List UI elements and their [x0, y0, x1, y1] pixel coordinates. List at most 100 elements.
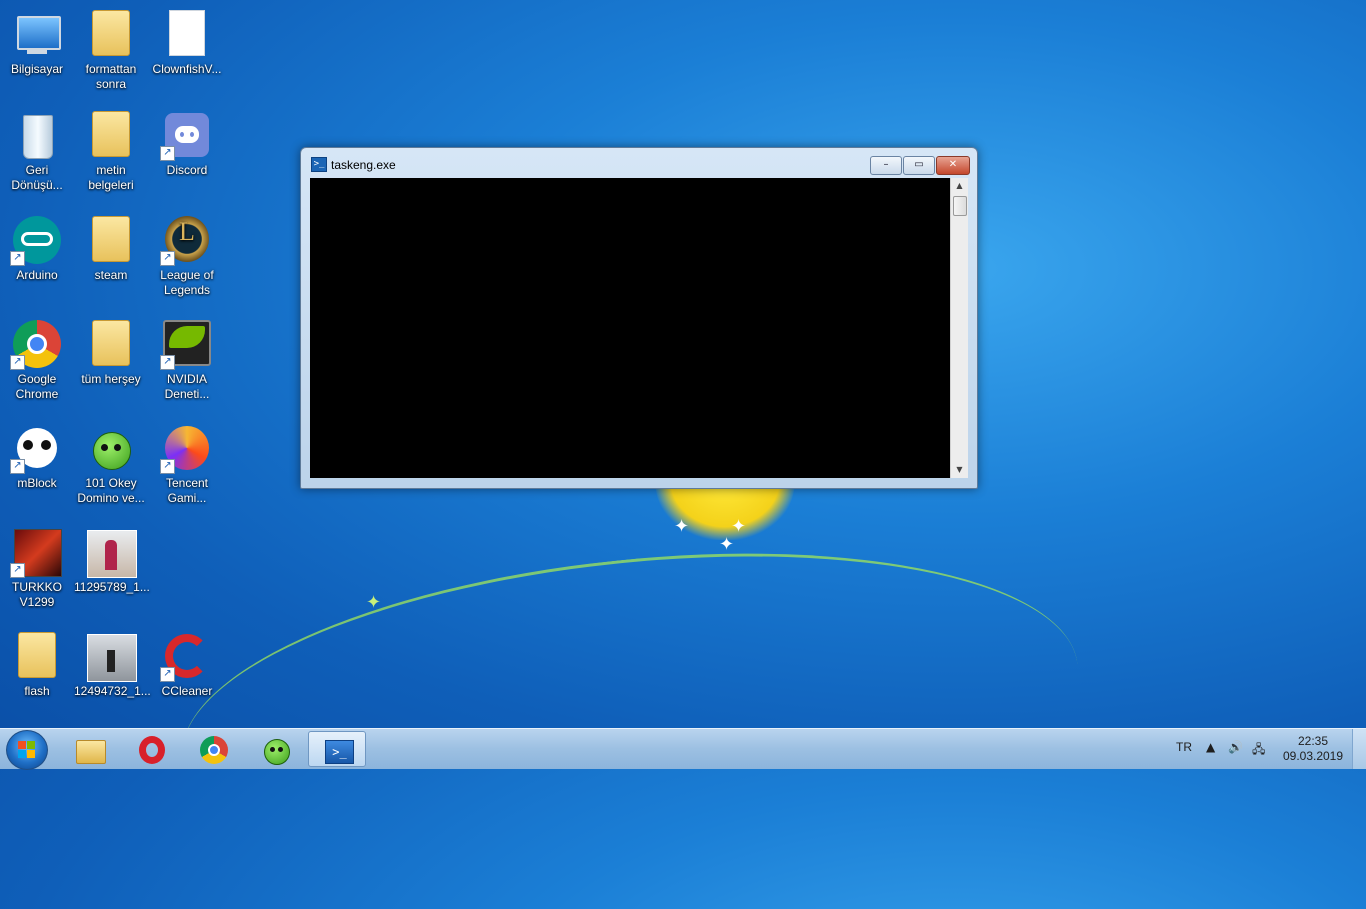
desktop-icon-label: Tencent Gami... — [165, 476, 209, 505]
shortcut-arrow-icon: ↗ — [160, 459, 175, 474]
language-indicator[interactable]: TR — [1176, 740, 1192, 754]
desktop-icon-label: metin belgeleri — [88, 163, 134, 192]
network-icon[interactable]: 🖧 — [1252, 740, 1265, 761]
league-of-legends-icon: L ↗ — [160, 216, 211, 266]
photo-icon — [87, 528, 137, 578]
folder-icon — [87, 10, 135, 58]
wallpaper-spark: ✦ — [674, 516, 690, 537]
shortcut-arrow-icon: ↗ — [160, 667, 175, 682]
show-desktop-button[interactable] — [1352, 729, 1366, 769]
desktop-icon-ccleaner[interactable]: ↗ CCleaner — [150, 632, 224, 699]
computer-icon — [13, 10, 61, 58]
desktop-icon-formattan-sonra[interactable]: formattan sonra — [74, 10, 148, 92]
desktop-icon-label: 12494732_1... — [74, 684, 151, 698]
show-hidden-icons-icon[interactable]: ▲ — [1206, 740, 1215, 754]
desktop-icon-geri-donusum[interactable]: Geri Dönüşü... — [0, 111, 74, 193]
desktop-icon-label: tüm herşey — [81, 372, 141, 386]
shortcut-arrow-icon: ↗ — [160, 355, 175, 370]
desktop-icon-nvidia[interactable]: ↗ NVIDIA Deneti... — [150, 320, 224, 402]
tencent-icon: ↗ — [160, 424, 211, 474]
desktop-icon-google-chrome[interactable]: ↗ Google Chrome — [0, 320, 74, 402]
scroll-thumb[interactable] — [953, 196, 967, 216]
desktop-icon-label: Bilgisayar — [10, 62, 64, 76]
scroll-down-button[interactable]: ▼ — [951, 462, 968, 478]
shortcut-arrow-icon: ↗ — [10, 251, 25, 266]
taskbar-okey-button[interactable] — [246, 731, 304, 767]
desktop-icon-label: Arduino — [16, 268, 58, 282]
desktop-icon-photo-11295789[interactable]: 11295789_1... — [74, 528, 150, 595]
desktop-icon-label: Geri Dönüşü... — [11, 163, 63, 192]
scroll-up-button[interactable]: ▲ — [951, 178, 968, 194]
folder-icon — [87, 320, 135, 368]
close-button[interactable]: ✕ — [936, 156, 970, 175]
folder-icon — [13, 632, 61, 680]
taskbar-explorer-button[interactable] — [60, 731, 118, 767]
photo-icon — [87, 632, 137, 682]
clock-time: 22:35 — [1297, 734, 1329, 748]
powershell-icon: >_ — [325, 737, 354, 764]
taskbar-opera-button[interactable] — [122, 731, 180, 767]
taskbar: >_ TR ▲ 🔊 🖧 22:35 09.03.2019 — [0, 728, 1366, 770]
desktop-icon-photo-12494732[interactable]: 12494732_1... — [74, 632, 151, 699]
desktop-icon-clownfish[interactable]: ClownfishV... — [150, 10, 224, 77]
wallpaper-swoosh — [166, 513, 1094, 909]
desktop-icon-tum-hersey[interactable]: tüm herşey — [74, 320, 148, 387]
shortcut-arrow-icon: ↗ — [160, 146, 175, 161]
console-window[interactable]: >_ taskeng.exe – ▭ ✕ ▲ ▼ — [300, 147, 978, 489]
desktop-icon-bilgisayar[interactable]: Bilgisayar — [0, 10, 74, 77]
game-icon: ↗ — [10, 528, 62, 578]
desktop-icon-tencent[interactable]: ↗ Tencent Gami... — [150, 424, 224, 506]
desktop-icon-label: CCleaner — [161, 684, 213, 698]
desktop-icon-label: Discord — [166, 163, 208, 177]
desktop-icon-label: 11295789_1... — [74, 580, 150, 594]
powershell-icon: >_ — [311, 157, 327, 172]
shortcut-arrow-icon: ↗ — [10, 355, 25, 370]
mblock-icon: ↗ — [10, 424, 61, 474]
minimize-button[interactable]: – — [870, 156, 902, 175]
window-titlebar[interactable]: >_ taskeng.exe – ▭ ✕ — [301, 148, 977, 176]
okey-icon — [87, 424, 135, 472]
file-icon — [163, 10, 211, 58]
recycle-bin-icon — [13, 111, 61, 159]
desktop-icon-label: mBlock — [17, 476, 57, 490]
shortcut-arrow-icon: ↗ — [160, 251, 175, 266]
desktop-icon-discord[interactable]: ↗ Discord — [150, 111, 224, 178]
shortcut-arrow-icon: ↗ — [10, 563, 25, 578]
desktop-icon-label: Google Chrome — [15, 372, 59, 401]
desktop-icon-steam[interactable]: steam — [74, 216, 148, 283]
window-title: taskeng.exe — [331, 158, 396, 172]
desktop-icon-label: League of Legends — [160, 268, 214, 297]
wallpaper-spark: ✦ — [719, 534, 735, 555]
desktop-icon-label: NVIDIA Deneti... — [164, 372, 210, 401]
chrome-icon: ↗ — [10, 320, 61, 370]
desktop-icon-label: 101 Okey Domino ve... — [77, 476, 145, 505]
desktop-icon-101-okey[interactable]: 101 Okey Domino ve... — [74, 424, 148, 506]
discord-icon: ↗ — [160, 111, 211, 161]
desktop-icon-turkko[interactable]: ↗ TURKKO V1299 — [0, 528, 74, 610]
desktop-icon-label: formattan sonra — [85, 62, 137, 91]
clock-date: 09.03.2019 — [1282, 749, 1344, 763]
shortcut-arrow-icon: ↗ — [10, 459, 25, 474]
desktop-icon-label: steam — [94, 268, 128, 282]
desktop-icon-league-of-legends[interactable]: L ↗ League of Legends — [150, 216, 224, 298]
desktop-icon-metin-belgeleri[interactable]: metin belgeleri — [74, 111, 148, 193]
desktop-icon-label: TURKKO V1299 — [11, 580, 62, 609]
folder-icon — [87, 216, 135, 264]
folder-icon — [87, 111, 135, 159]
desktop-icon-arduino[interactable]: ↗ Arduino — [0, 216, 74, 283]
desktop-icon-label: flash — [24, 684, 50, 698]
windows-logo-icon — [18, 741, 36, 759]
system-clock[interactable]: 22:35 09.03.2019 — [1280, 734, 1346, 764]
opera-icon — [138, 736, 165, 764]
desktop-icon-flash[interactable]: flash — [0, 632, 74, 699]
vertical-scrollbar[interactable]: ▲ ▼ — [950, 178, 968, 478]
arduino-icon: ↗ — [10, 216, 61, 266]
start-button[interactable] — [6, 730, 48, 770]
desktop-icon-mblock[interactable]: ↗ mBlock — [0, 424, 74, 491]
wallpaper-spark: ✦ — [731, 516, 747, 537]
taskbar-chrome-button[interactable] — [184, 731, 242, 767]
console-output[interactable] — [310, 178, 950, 478]
taskbar-powershell-button[interactable]: >_ — [308, 731, 366, 767]
volume-icon[interactable]: 🔊 — [1228, 740, 1243, 754]
maximize-button[interactable]: ▭ — [903, 156, 935, 175]
